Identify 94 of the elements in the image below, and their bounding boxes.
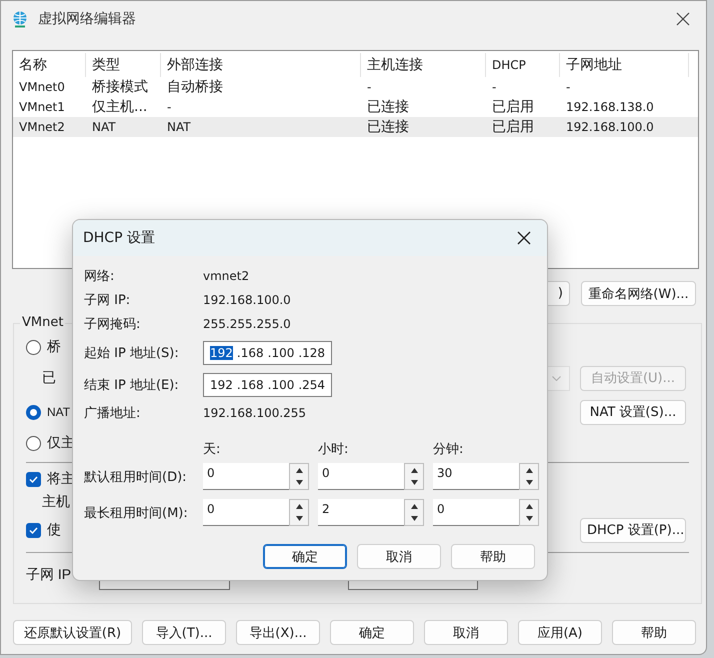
radio-button[interactable] (26, 404, 41, 420)
checkmark-icon (29, 476, 38, 482)
down-triangle-icon (410, 480, 418, 486)
number-field[interactable]: 30 (433, 463, 519, 490)
globe-icon (11, 10, 29, 28)
settings-button[interactable]: DHCP 设置(P)... (580, 518, 686, 542)
button[interactable]: 取消 (357, 544, 441, 569)
up-triangle-icon (410, 468, 418, 473)
table-cell-text: 桥接模式 (91, 78, 149, 97)
column-header[interactable]: 主机连接 (361, 53, 486, 77)
column-header[interactable]: 子网地址 (560, 53, 689, 77)
down-triangle-icon (526, 516, 532, 522)
table-cell-text: VMnet2 (18, 119, 66, 136)
number-field[interactable]: 0 (203, 463, 289, 490)
down-triangle-icon (296, 516, 302, 522)
subnet-ip-label: 子网 IP (26, 566, 72, 584)
table-cell-text: - (366, 79, 372, 96)
button[interactable]: 确定 (330, 620, 414, 645)
column-header[interactable]: 名称 (13, 53, 86, 77)
table-cell-text: NAT (166, 119, 192, 136)
field-label: 子网 IP: (84, 292, 132, 309)
button[interactable]: 帮助 (451, 544, 535, 569)
table-cell-text: VMnet1 (18, 99, 66, 116)
close-icon (676, 12, 690, 26)
up-triangle-icon (296, 504, 302, 509)
chevron-down-icon (552, 376, 561, 380)
table-cell-text: 192.168.100.0 (565, 119, 655, 136)
button[interactable]: 帮助 (612, 620, 696, 645)
field-label: 广播地址: (84, 405, 142, 422)
field-label: 结束 IP 地址(E): (84, 377, 180, 394)
table-cell-text: 已连接 (366, 118, 410, 137)
ip-address-field[interactable]: 192 .168 .100 .128 (203, 341, 332, 365)
table-cell-text: 自动桥接 (166, 78, 224, 97)
window-title: 虚拟网络编辑器 (38, 10, 136, 28)
field-label: 子网掩码: (84, 316, 142, 333)
field-value: 255.255.255.0 (203, 317, 292, 331)
button[interactable]: 取消 (424, 620, 508, 645)
column-label: 分钟: (433, 441, 464, 458)
table-cell-text: 已启用 (491, 118, 535, 137)
table-cell-text: 已连接 (366, 98, 410, 117)
radio-button[interactable] (26, 436, 41, 450)
table-row[interactable]: VMnet1 仅主机... - 已连接 已启用 192.168.138.0 (13, 97, 698, 117)
table-row[interactable]: VMnet0 桥接模式 自动桥接 - - - (13, 77, 698, 97)
button[interactable]: 导出(X)... (236, 620, 320, 645)
button[interactable]: 确定 (263, 544, 347, 569)
table-cell-text: 192.168.138.0 (565, 99, 655, 116)
up-triangle-icon (296, 468, 302, 473)
checkmark-icon (29, 526, 38, 534)
radio-label: NAT (47, 405, 70, 419)
table-cell-text: NAT (91, 119, 117, 136)
column-label: 天: (203, 441, 222, 458)
table-cell-text: VMnet0 (18, 79, 66, 96)
table-cell-text: 仅主机... (91, 98, 148, 117)
radio-label: 桥 (47, 338, 61, 356)
button[interactable]: 重命名网络(W)... (581, 281, 696, 306)
checkbox[interactable] (26, 522, 41, 538)
up-triangle-icon (526, 504, 532, 509)
field-label: 最长租用时间(M): (84, 504, 189, 522)
radio-button[interactable] (26, 340, 41, 354)
column-header[interactable]: DHCP (486, 53, 560, 77)
checkbox[interactable] (26, 472, 41, 486)
column-header[interactable]: 外部连接 (161, 53, 361, 77)
down-triangle-icon (296, 480, 302, 486)
number-field[interactable]: 0 (203, 499, 289, 526)
down-triangle-icon (410, 516, 418, 522)
table-cell-text: 已启用 (491, 98, 535, 117)
column-header[interactable]: 类型 (86, 53, 161, 77)
down-triangle-icon (526, 480, 532, 486)
up-triangle-icon (526, 468, 532, 473)
button[interactable]: 导入(T)... (142, 620, 226, 645)
close-icon (517, 231, 531, 245)
table-cell-text: - (565, 79, 572, 96)
field-label: 默认租用时间(D): (84, 468, 188, 486)
up-triangle-icon (410, 504, 418, 509)
number-field[interactable]: 0 (318, 463, 404, 490)
table-cell-text: - (491, 79, 498, 96)
dialog-title: DHCP 设置 (83, 229, 155, 247)
field-label: 起始 IP 地址(S): (84, 345, 180, 362)
option-label: 已 (42, 369, 56, 387)
field-label: 网络: (84, 268, 116, 285)
field-value: 192.168.100.255 (203, 406, 308, 420)
table-row[interactable]: VMnet2 NAT NAT 已连接 已启用 192.168.100.0 (13, 117, 698, 137)
button[interactable]: 应用(A) (518, 620, 602, 645)
settings-button[interactable]: NAT 设置(S)... (580, 400, 686, 424)
button[interactable]: 还原默认设置(R) (13, 620, 132, 645)
ip-address-field[interactable]: 192 .168 .100 .254 (203, 373, 332, 397)
field-value: vmnet2 (203, 269, 250, 283)
number-field[interactable]: 0 (433, 499, 519, 526)
field-value: 192.168.100.0 (203, 293, 292, 307)
checkbox-label: 使 (47, 521, 61, 539)
table-cell-text: - (166, 99, 172, 116)
column-label: 小时: (318, 441, 350, 458)
option-label: 主机 (42, 493, 70, 511)
number-field[interactable]: 2 (318, 499, 404, 526)
